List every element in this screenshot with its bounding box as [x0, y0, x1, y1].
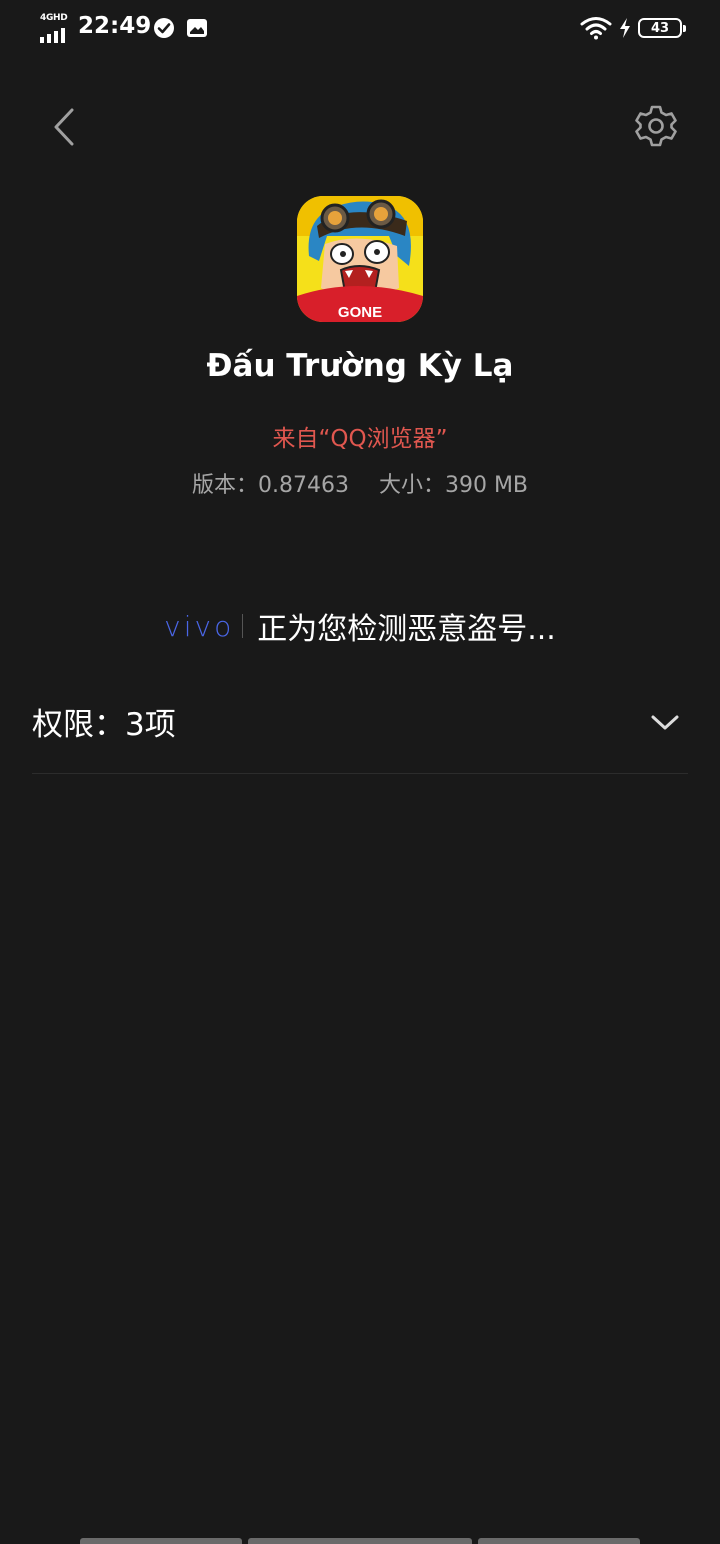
- divider: [242, 614, 244, 638]
- wifi-icon: [580, 17, 612, 40]
- chevron-down-icon: [651, 715, 679, 729]
- app-version: 版本：0.87463: [191, 473, 349, 498]
- gear-icon[interactable]: [632, 102, 680, 150]
- battery-level: 43: [650, 20, 670, 36]
- game-character-icon: GONE: [297, 196, 423, 322]
- top-nav: [0, 96, 720, 156]
- gesture-bar-left[interactable]: [80, 1538, 242, 1544]
- app-icon: GONE: [297, 196, 423, 322]
- permissions-label: 权限：3项: [32, 707, 176, 743]
- cellular-signal-icon: 4GHD: [40, 13, 70, 43]
- gallery-icon: [187, 19, 207, 37]
- scan-message: 正为您检测恶意盗号...: [257, 612, 556, 647]
- permissions-toggle[interactable]: 权限：3项: [32, 688, 688, 774]
- back-button[interactable]: [44, 100, 84, 152]
- security-scan-status: vivo 正为您检测恶意盗号...: [0, 602, 720, 650]
- app-size: 大小：390 MB: [378, 473, 529, 498]
- gesture-bar-right[interactable]: [478, 1538, 640, 1544]
- app-name: Đấu Trường Kỳ Lạ: [206, 348, 514, 384]
- vivo-logo: vivo: [164, 609, 235, 643]
- status-time: 22:49: [78, 13, 152, 39]
- battery-icon: 43: [638, 18, 686, 38]
- gesture-bar-center[interactable]: [248, 1538, 472, 1544]
- install-source: 来自“QQ浏览器”: [272, 426, 448, 452]
- app-meta: 版本：0.87463 大小：390 MB: [0, 467, 720, 499]
- charging-icon: [620, 18, 630, 38]
- app-icon-badge: GONE: [338, 304, 382, 321]
- network-type: 4GHD: [40, 13, 68, 23]
- check-circle-icon: [154, 18, 174, 38]
- status-bar: 4GHD 22:49 43: [0, 0, 720, 56]
